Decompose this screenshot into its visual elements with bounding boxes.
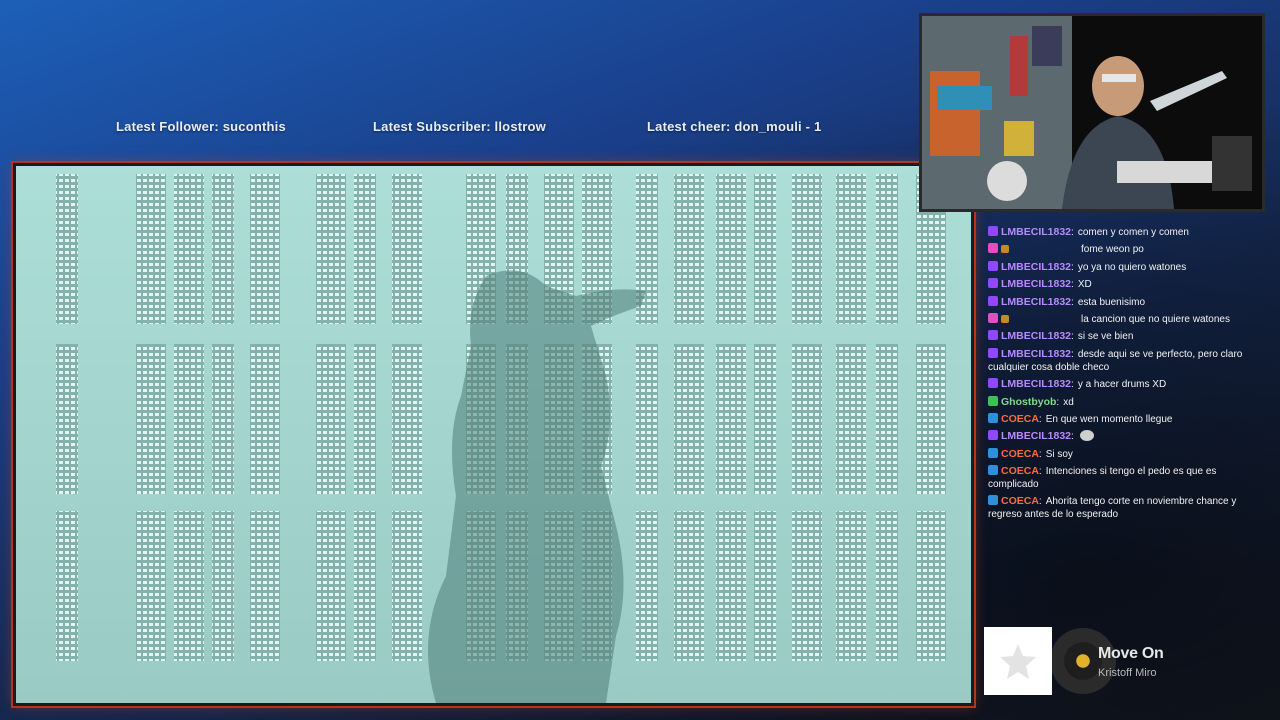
chat-username[interactable]: LMBECIL1832 xyxy=(1001,296,1071,308)
blue-badge-icon xyxy=(988,412,998,423)
gift-badge-icon xyxy=(1001,314,1009,323)
chat-username[interactable]: LMBECIL1832 xyxy=(1001,261,1071,273)
chat-separator: : xyxy=(1071,261,1074,273)
chat-username[interactable]: LMBECIL1832 xyxy=(1001,330,1071,342)
chat-text: fome weon po xyxy=(1081,244,1144,256)
chat-text: Si soy xyxy=(1045,448,1073,460)
chat-text: y a hacer drums XD xyxy=(1077,379,1167,391)
emote-icon xyxy=(1079,430,1094,442)
purple-badge-icon xyxy=(988,378,998,389)
album-art xyxy=(984,627,1052,695)
chat-separator: : xyxy=(1071,279,1074,291)
green-badge-icon xyxy=(988,395,998,406)
chat-username[interactable]: Ghostbyob xyxy=(1001,396,1056,408)
chat-message: Ghostbyob: xd xyxy=(988,395,1260,409)
main-video xyxy=(13,163,974,706)
concert-scene xyxy=(16,166,971,703)
chat-username[interactable]: LMBECIL1832 xyxy=(1001,378,1071,390)
chat-separator: : xyxy=(1071,431,1074,443)
pink-badge-icon xyxy=(988,312,998,323)
chat-message: LMBECIL1832: desde aqui se ve perfecto, p… xyxy=(988,347,1260,374)
blue-badge-icon xyxy=(988,465,998,476)
chat-username[interactable]: LMBECIL1832 xyxy=(1001,348,1071,360)
purple-badge-icon xyxy=(988,430,998,441)
chat-message: COECA: Ahorita tengo corte en noviembre c… xyxy=(988,495,1260,521)
purple-badge-icon xyxy=(988,278,998,289)
chat-panel: LMBECIL1832: comen y comen y comen fome we… xyxy=(988,226,1260,526)
blue-badge-icon xyxy=(988,447,998,458)
chat-message: LMBECIL1832: comen y comen y comen xyxy=(988,226,1260,239)
now-playing-title: Move On xyxy=(1098,645,1164,662)
chat-message: LMBECIL1832: si se ve bien xyxy=(988,330,1260,343)
chat-username[interactable]: COECA xyxy=(1001,448,1039,460)
chat-text: si se ve bien xyxy=(1077,331,1134,343)
now-playing-artist: Kristoff Miro xyxy=(1098,667,1157,679)
chat-username[interactable]: LMBECIL1832 xyxy=(1001,430,1071,442)
star-icon xyxy=(1000,644,1036,679)
chat-separator: : xyxy=(1071,379,1074,391)
chat-message: LMBECIL1832: y a hacer drums XD xyxy=(988,378,1260,391)
chat-text: esta buenisimo xyxy=(1077,296,1146,308)
chat-username[interactable]: COECA xyxy=(1001,495,1039,507)
chat-text: la cancion que no quiere watones xyxy=(1081,313,1230,325)
chat-message: LMBECIL1832: yo ya no quiero watones xyxy=(988,260,1260,274)
chat-username[interactable]: LMBECIL1832 xyxy=(1001,278,1071,290)
chat-message: COECA: En que wen momento llegue xyxy=(988,412,1260,426)
pink-badge-icon xyxy=(988,243,998,254)
webcam-feed xyxy=(919,13,1265,212)
chat-separator: : xyxy=(1038,448,1042,460)
chat-message: fome weon po xyxy=(988,243,1260,256)
chat-separator: : xyxy=(1038,496,1042,508)
purple-badge-icon xyxy=(988,295,998,306)
chat-username[interactable]: COECA xyxy=(1001,465,1039,477)
chat-separator: : xyxy=(1038,413,1042,425)
purple-badge-icon xyxy=(988,330,998,341)
chat-text: XD xyxy=(1077,279,1092,291)
chat-username[interactable] xyxy=(1011,313,1073,322)
chat-message: LMBECIL1832: esta buenisimo xyxy=(988,295,1260,309)
chat-separator: : xyxy=(1071,331,1074,343)
gift-badge-icon xyxy=(1001,245,1009,254)
latest-cheer-label: Latest cheer: don_mouli - 1 xyxy=(647,119,822,134)
chat-separator: : xyxy=(1038,466,1042,478)
chat-message: la cancion que no quiere watones xyxy=(988,312,1260,326)
blue-badge-icon xyxy=(988,495,998,506)
chat-text: xd xyxy=(1063,396,1074,408)
chat-text: yo ya no quiero watones xyxy=(1077,261,1187,273)
latest-follower-label: Latest Follower: suconthis xyxy=(116,119,286,134)
chat-message: LMBECIL1832: xyxy=(988,430,1260,443)
chat-username[interactable] xyxy=(1011,243,1073,252)
purple-badge-icon xyxy=(988,226,998,236)
chat-separator: : xyxy=(1071,227,1074,238)
chat-text: comen y comen y comen xyxy=(1077,227,1189,238)
webcam-scene xyxy=(922,16,1262,209)
latest-subscriber-label: Latest Subscriber: llostrow xyxy=(373,119,546,134)
chat-message: LMBECIL1832: XD xyxy=(988,278,1260,291)
chat-text: En que wen momento llegue xyxy=(1045,413,1173,425)
chat-message: COECA: Intenciones si tengo el pedo es qu… xyxy=(988,465,1260,491)
chat-username[interactable]: COECA xyxy=(1001,413,1039,425)
purple-badge-icon xyxy=(988,347,998,358)
chat-message: COECA: Si soy xyxy=(988,447,1260,461)
purple-badge-icon xyxy=(988,260,998,271)
chat-separator: : xyxy=(1071,348,1074,360)
chat-separator: : xyxy=(1071,296,1074,308)
chat-separator: : xyxy=(1056,396,1060,408)
chat-username[interactable]: LMBECIL1832 xyxy=(1001,226,1071,238)
